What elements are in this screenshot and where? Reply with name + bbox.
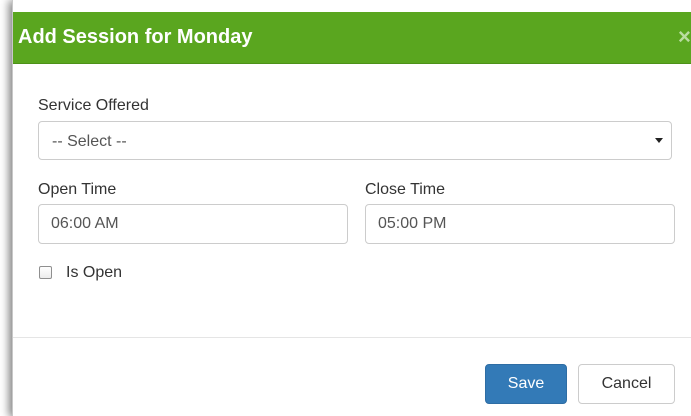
save-button[interactable]: Save — [485, 364, 567, 404]
open-time-label: Open Time — [38, 181, 117, 198]
cancel-button[interactable]: Cancel — [578, 364, 675, 404]
is-open-checkbox[interactable] — [39, 266, 52, 279]
service-offered-label: Service Offered — [38, 97, 149, 114]
service-offered-value: -- Select -- — [52, 133, 127, 150]
is-open-label: Is Open — [66, 264, 123, 281]
service-offered-select[interactable]: -- Select -- — [38, 121, 672, 160]
footer-divider — [13, 337, 691, 338]
close-icon: × — [678, 25, 691, 49]
close-time-label: Close Time — [365, 181, 446, 198]
close-button[interactable]: × — [678, 25, 691, 49]
caret-down-icon — [655, 138, 663, 143]
modal-header: Add Session for Monday × — [13, 12, 691, 64]
open-time-input[interactable] — [38, 204, 348, 244]
close-time-input[interactable] — [365, 204, 675, 244]
modal-title: Add Session for Monday — [18, 26, 253, 48]
add-session-modal: Add Session for Monday × Service Offered… — [12, 0, 691, 416]
